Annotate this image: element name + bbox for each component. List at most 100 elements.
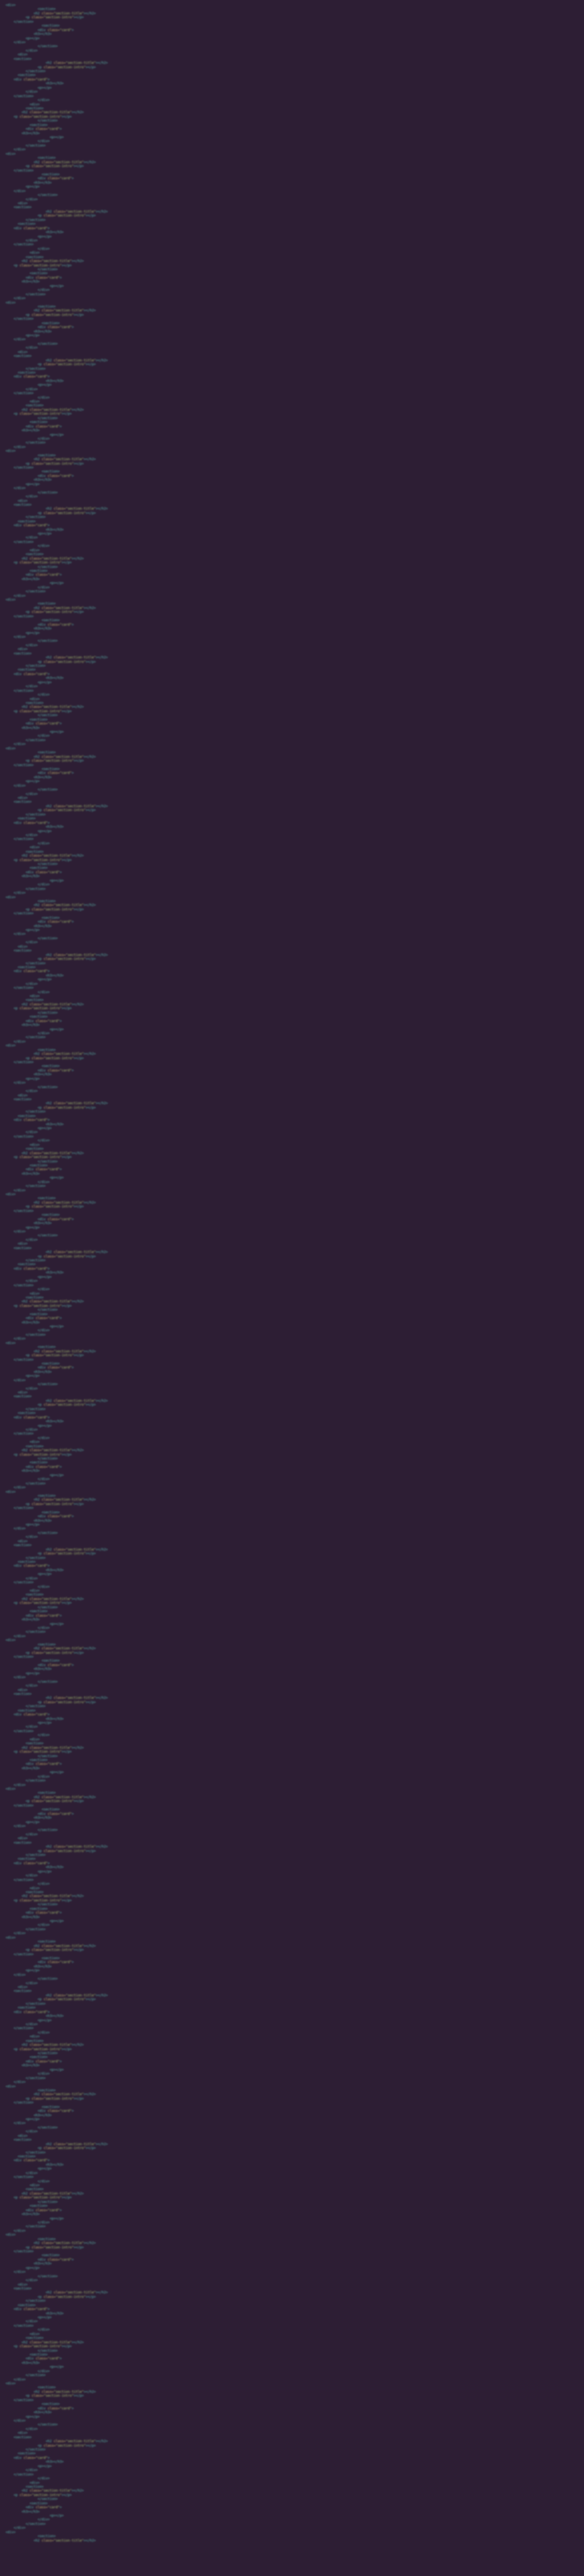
code-line: </div>	[37, 1774, 50, 1779]
code-line: </section>	[37, 1010, 58, 1015]
code-line: </section>	[37, 1679, 58, 1684]
code-line: <section>	[29, 2204, 48, 2208]
code-line: </section>	[26, 1332, 46, 1337]
code-line: </div>	[13, 2377, 26, 2382]
code-line: </div>	[37, 1031, 50, 1035]
code-line: <h2 class="section-title"></h2>	[21, 1745, 84, 1750]
code-line: </section>	[26, 738, 46, 742]
code-line: <div>	[29, 1143, 40, 1147]
code-line: <div class="card">	[26, 1911, 62, 1915]
code-line: <p class="section-intro"></p>	[26, 1651, 84, 1655]
code-line: <h2 class="section-title"></h2>	[46, 953, 108, 957]
code-line: </div>	[37, 436, 50, 441]
code-line: <h3></h3>	[21, 1171, 40, 1176]
code-line: <h2 class="section-title"></h2>	[33, 2389, 96, 2394]
code-line: </section>	[37, 2348, 58, 2353]
code-line: <h2 class="section-title"></h2>	[46, 209, 108, 214]
code-line: </section>	[26, 1110, 46, 1114]
code-line: </section>	[37, 788, 58, 792]
code-line: <div class="card">	[13, 969, 50, 974]
code-line: <p class="section-intro"></p>	[26, 1354, 84, 1358]
code-line: <div class="card">	[37, 1366, 74, 1370]
code-line: <section>	[42, 1510, 60, 1515]
code-line: </section>	[13, 1655, 34, 1659]
code-line: </section>	[26, 1184, 46, 1189]
code-line: <h2 class="section-title"></h2>	[21, 1002, 84, 1007]
code-line: </div>	[26, 1535, 38, 1539]
code-line: <h3></h3>	[21, 280, 40, 284]
code-line: <section>	[13, 1246, 32, 1250]
code-line: <div class="card">	[13, 1415, 50, 1420]
code-line: </section>	[13, 243, 34, 247]
code-line: <p></p>	[49, 432, 64, 437]
code-line: <h2 class="section-title"></h2>	[46, 507, 108, 511]
code-line: <div class="card">	[37, 177, 74, 181]
code-line: <section>	[42, 1213, 60, 1217]
code-line: <div>	[29, 548, 40, 552]
code-line: </div>	[26, 90, 38, 94]
code-line: </section>	[26, 1630, 46, 1634]
code-line: <div class="card">	[26, 275, 62, 280]
code-line: <section>	[17, 1857, 36, 1861]
code-line: <div class="card">	[26, 1613, 62, 1618]
code-line: <div>	[29, 1291, 40, 1296]
code-line: </section>	[37, 1605, 58, 1609]
code-editor[interactable]: <div> <section> <h2 class="section-title…	[0, 0, 584, 2576]
code-line: <div>	[17, 2282, 28, 2287]
code-line: <h2 class="section-title"></h2>	[33, 1944, 96, 1948]
code-line: </section>	[26, 590, 46, 594]
code-line: <section>	[42, 172, 60, 177]
code-line: <p></p>	[37, 383, 52, 388]
code-line: <div>	[6, 746, 16, 751]
code-line: </section>	[37, 2200, 58, 2204]
code-line: </div>	[37, 246, 50, 251]
code-line: <section>	[13, 1840, 32, 1845]
code-line: </section>	[13, 837, 34, 842]
code-line: <h3></h3>	[33, 32, 52, 37]
code-line: <p></p>	[37, 680, 52, 685]
code-line: </div>	[13, 635, 26, 639]
code-line: </section>	[13, 2175, 34, 2180]
code-line: <p class="section-intro"></p>	[26, 313, 84, 317]
code-line: <div>	[17, 1539, 28, 1543]
code-line: <h2 class="section-title"></h2>	[21, 2191, 84, 2196]
code-line: <h3></h3>	[46, 1568, 64, 1572]
code-line: <div class="card">	[26, 127, 62, 132]
code-line: </section>	[13, 2398, 34, 2402]
code-line: <div>	[6, 1044, 16, 1048]
code-line: <p></p>	[26, 2266, 40, 2270]
code-line: </div>	[37, 1923, 50, 1928]
code-line: </div>	[13, 891, 26, 895]
code-line: <div>	[17, 944, 28, 949]
code-line: </section>	[26, 515, 46, 520]
code-line: </div>	[37, 1882, 50, 1886]
code-line: <section>	[17, 519, 36, 524]
code-line: <div class="card">	[26, 870, 62, 874]
code-line: <p></p>	[37, 1721, 52, 1725]
code-line: <section>	[13, 2286, 32, 2291]
code-line: <div>	[29, 400, 40, 404]
code-line: <h3></h3>	[33, 2411, 52, 2415]
code-line: <h2 class="section-title"></h2>	[33, 2241, 96, 2246]
code-line: </section>	[37, 1828, 58, 1833]
code-line: <h3></h3>	[46, 1717, 64, 1721]
code-line: <h2 class="section-title"></h2>	[33, 2538, 96, 2543]
code-line: <div class="card">	[13, 1118, 50, 1123]
code-line: <h2 class="section-title"></h2>	[46, 656, 108, 660]
code-line: <h2 class="section-title"></h2>	[46, 2291, 108, 2295]
code-line: <h3></h3>	[21, 577, 40, 581]
code-line: <p class="section-intro"></p>	[37, 1998, 96, 2002]
code-line: <h3></h3>	[33, 775, 52, 779]
code-line: <section>	[26, 2484, 44, 2489]
code-line: </div>	[26, 2427, 38, 2431]
code-line: <section>	[42, 2105, 60, 2109]
code-line: <h2 class="section-title"></h2>	[33, 457, 96, 462]
code-line: <p class="section-intro"></p>	[13, 561, 72, 565]
code-line: </section>	[26, 1259, 46, 1262]
code-line: <p></p>	[37, 2316, 52, 2320]
code-line: </div>	[37, 2179, 50, 2183]
code-line: <section>	[17, 222, 36, 227]
code-line: </div>	[26, 1725, 38, 1729]
code-line: </div>	[26, 387, 38, 391]
code-line: </section>	[26, 1481, 46, 1486]
